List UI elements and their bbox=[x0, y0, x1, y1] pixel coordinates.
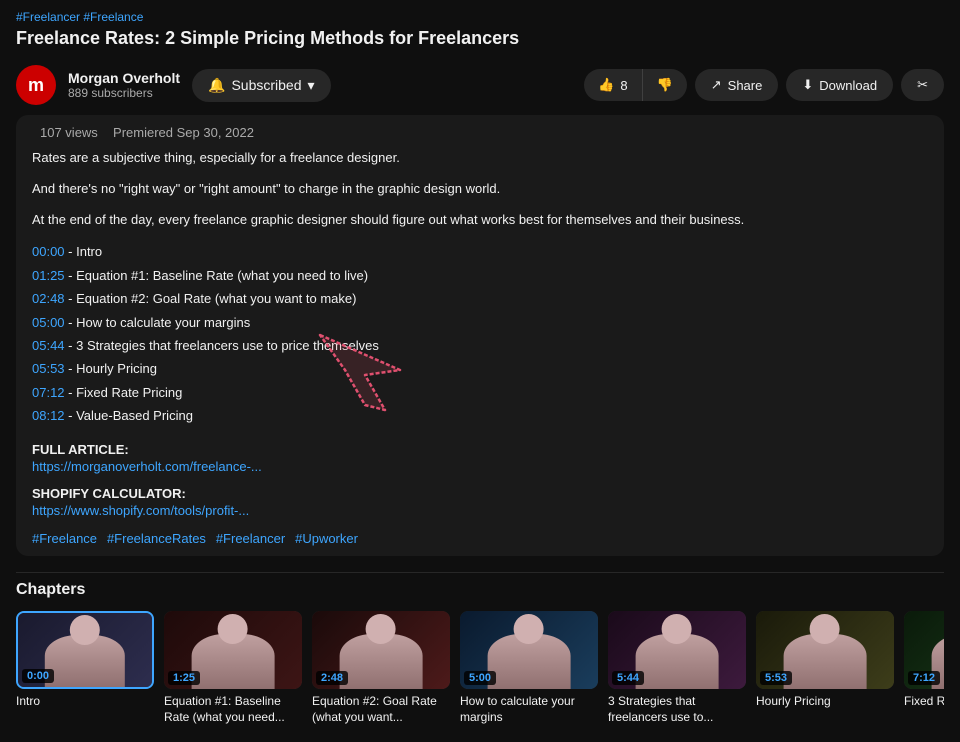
channel-name[interactable]: Morgan Overholt bbox=[68, 70, 180, 86]
download-button[interactable]: ⬇ Download bbox=[786, 69, 893, 101]
hashtag-link[interactable]: #Freelancer bbox=[216, 531, 285, 546]
hashtag-footer: #Freelance #FreelanceRates #Freelancer #… bbox=[32, 530, 928, 546]
timestamp-item: 00:00 - Intro bbox=[32, 240, 928, 263]
like-button[interactable]: 👍 8 bbox=[584, 69, 642, 101]
chapter-time: 5:53 bbox=[760, 671, 792, 685]
chapter-thumbnail: 5:00 bbox=[460, 611, 598, 689]
download-icon: ⬇ bbox=[802, 77, 813, 93]
shopify-link[interactable]: https://www.shopify.com/tools/profit-... bbox=[32, 503, 928, 518]
hashtag-link[interactable]: #Upworker bbox=[295, 531, 358, 546]
chapter-card[interactable]: 7:12 Fixed Rate P... bbox=[904, 611, 944, 727]
chapter-thumbnail: 7:12 bbox=[904, 611, 944, 689]
chapter-time: 2:48 bbox=[316, 671, 348, 685]
scissors-icon: ✂ bbox=[917, 77, 928, 93]
chapter-time: 0:00 bbox=[22, 669, 54, 683]
chapter-time: 5:44 bbox=[612, 671, 644, 685]
full-article-link[interactable]: https://morganoverholt.com/freelance-... bbox=[32, 459, 928, 474]
description-text: Rates are a subjective thing, especially… bbox=[32, 148, 928, 230]
chapter-thumbnail: 5:44 bbox=[608, 611, 746, 689]
share-button[interactable]: ↗ Share bbox=[695, 69, 779, 101]
download-label: Download bbox=[819, 78, 877, 93]
like-count: 8 bbox=[620, 78, 627, 93]
more-button[interactable]: ✂ bbox=[901, 69, 944, 101]
chapter-card[interactable]: 5:44 3 Strategies that freelancers use t… bbox=[608, 611, 746, 727]
timestamp-item: 05:00 - How to calculate your margins bbox=[32, 311, 928, 334]
timestamp-item: 02:48 - Equation #2: Goal Rate (what you… bbox=[32, 287, 928, 310]
desc-line-1: Rates are a subjective thing, especially… bbox=[32, 148, 928, 169]
shopify-label: SHOPIFY CALCULATOR: bbox=[32, 486, 928, 501]
timestamp-list: 00:00 - Intro01:25 - Equation #1: Baseli… bbox=[32, 240, 928, 427]
chapter-thumbnail: 2:48 bbox=[312, 611, 450, 689]
chapter-time: 1:25 bbox=[168, 671, 200, 685]
top-bar: #Freelancer #Freelance Freelance Rates: … bbox=[0, 0, 960, 65]
desc-line-2: And there's no "right way" or "right amo… bbox=[32, 179, 928, 200]
timestamp-item: 08:12 - Value-Based Pricing bbox=[32, 404, 928, 427]
chapters-scroll: 0:00 Intro 1:25 Equation #1: Baseline Ra… bbox=[16, 611, 944, 727]
chapter-time: 7:12 bbox=[908, 671, 940, 685]
chapter-card[interactable]: 0:00 Intro bbox=[16, 611, 154, 727]
channel-row: m Morgan Overholt 889 subscribers 🔔 Subs… bbox=[0, 65, 960, 115]
bell-icon: 🔔 bbox=[208, 77, 225, 94]
chapter-thumbnail: 5:53 bbox=[756, 611, 894, 689]
channel-info: Morgan Overholt 889 subscribers bbox=[68, 70, 180, 100]
timestamp-item: 01:25 - Equation #1: Baseline Rate (what… bbox=[32, 264, 928, 287]
hashtag-link[interactable]: #FreelanceRates bbox=[107, 531, 206, 546]
chapter-card[interactable]: 2:48 Equation #2: Goal Rate (what you wa… bbox=[312, 611, 450, 727]
full-article-section: FULL ARTICLE: https://morganoverholt.com… bbox=[32, 442, 928, 474]
chapter-label: Equation #2: Goal Rate (what you want... bbox=[312, 693, 450, 727]
subscribe-button[interactable]: 🔔 Subscribed ▾ bbox=[192, 69, 331, 102]
chapter-label: Hourly Pricing bbox=[756, 693, 894, 710]
chapter-label: Equation #1: Baseline Rate (what you nee… bbox=[164, 693, 302, 727]
chapters-title: Chapters bbox=[16, 581, 944, 599]
channel-left: m Morgan Overholt 889 subscribers 🔔 Subs… bbox=[16, 65, 331, 105]
chapter-label: 3 Strategies that freelancers use to... bbox=[608, 693, 746, 727]
chapter-card[interactable]: 5:53 Hourly Pricing bbox=[756, 611, 894, 727]
view-count: 107 views Premiered Sep 30, 2022 bbox=[32, 125, 928, 140]
chapter-label: How to calculate your margins bbox=[460, 693, 598, 727]
subscriber-count: 889 subscribers bbox=[68, 86, 180, 100]
hashtag-link[interactable]: #Freelance bbox=[32, 531, 97, 546]
avatar[interactable]: m bbox=[16, 65, 56, 105]
thumbs-up-icon: 👍 bbox=[598, 77, 614, 93]
like-dislike-group: 👍 8 👎 bbox=[584, 69, 687, 101]
dislike-button[interactable]: 👎 bbox=[643, 69, 687, 101]
divider bbox=[16, 572, 944, 573]
chapter-thumbnail: 0:00 bbox=[16, 611, 154, 689]
share-icon: ↗ bbox=[711, 77, 722, 93]
chapters-section: Chapters 0:00 Intro 1:25 bbox=[0, 581, 960, 742]
timestamp-item: 05:44 - 3 Strategies that freelancers us… bbox=[32, 334, 928, 357]
timestamp-item: 05:53 - Hourly Pricing bbox=[32, 357, 928, 380]
chevron-down-icon: ▾ bbox=[308, 77, 315, 94]
thumbs-down-icon: 👎 bbox=[657, 77, 673, 92]
desc-line-3: At the end of the day, every freelance g… bbox=[32, 210, 928, 231]
description-panel: 107 views Premiered Sep 30, 2022 Rates a… bbox=[16, 115, 944, 556]
subscribe-label: Subscribed bbox=[231, 77, 301, 93]
shopify-section: SHOPIFY CALCULATOR: https://www.shopify.… bbox=[32, 486, 928, 518]
chapter-card[interactable]: 1:25 Equation #1: Baseline Rate (what yo… bbox=[164, 611, 302, 727]
share-label: Share bbox=[728, 78, 763, 93]
timestamp-item: 07:12 - Fixed Rate Pricing bbox=[32, 381, 928, 404]
chapter-label: Fixed Rate P... bbox=[904, 693, 944, 710]
chapter-card[interactable]: 5:00 How to calculate your margins bbox=[460, 611, 598, 727]
chapter-time: 5:00 bbox=[464, 671, 496, 685]
video-title: Freelance Rates: 2 Simple Pricing Method… bbox=[16, 28, 944, 49]
chapter-thumbnail: 1:25 bbox=[164, 611, 302, 689]
full-article-label: FULL ARTICLE: bbox=[32, 442, 928, 457]
chapter-label: Intro bbox=[16, 693, 154, 710]
action-buttons: 👍 8 👎 ↗ Share ⬇ Download ✂ bbox=[584, 69, 944, 101]
hashtags[interactable]: #Freelancer #Freelance bbox=[16, 10, 944, 24]
